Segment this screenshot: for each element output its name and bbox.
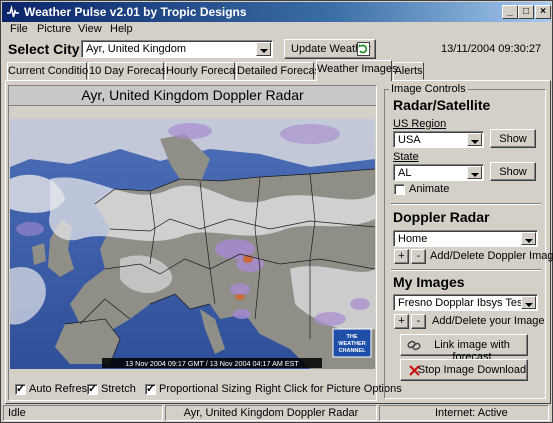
picture-options-hint: Right Click for Picture Options — [255, 383, 402, 395]
auto-refresh-label: Auto Refresh — [29, 383, 94, 395]
menu-picture[interactable]: Picture — [37, 23, 71, 35]
menu-view[interactable]: View — [78, 23, 102, 35]
radar-timestamp: 13 Nov 2004 09:17 GMT / 13 Nov 2004 04:1… — [125, 359, 299, 368]
tab-hourly-forecast[interactable]: Hourly Forecast — [165, 62, 244, 80]
chevron-down-icon[interactable] — [467, 166, 482, 179]
city-select[interactable]: Ayr, United Kingdom — [81, 40, 273, 58]
us-region-label: US Region — [393, 118, 447, 130]
show-state-button[interactable]: Show — [490, 162, 536, 181]
chevron-down-icon[interactable] — [521, 232, 536, 245]
add-delete-doppler-label: Add/Delete Doppler Image — [430, 250, 553, 262]
stretch-label: Stretch — [101, 383, 136, 395]
weather-channel-logo: THE WEATHER CHANNEL — [332, 328, 372, 358]
us-region-value: USA — [398, 134, 421, 146]
tab-current-conditions[interactable]: Current Conditions — [7, 62, 100, 80]
status-idle: Idle — [3, 405, 163, 421]
menu-help[interactable]: Help — [110, 23, 133, 35]
proportional-sizing-checkbox[interactable] — [145, 382, 156, 395]
logo-line2: WEATHER — [338, 341, 365, 347]
divider — [391, 203, 541, 205]
stop-image-download-button[interactable]: Stop Image Download — [400, 359, 528, 381]
radar-top-gap — [10, 107, 375, 119]
datetime-display: 13/11/2004 09:30:27 — [441, 43, 542, 55]
state-select[interactable]: AL — [393, 164, 484, 181]
tab-detailed-forecast[interactable]: Detailed Forecast — [236, 62, 323, 80]
app-icon — [7, 5, 19, 18]
stretch-checkbox[interactable] — [87, 382, 98, 395]
menu-bar: File Picture View Help — [2, 22, 551, 38]
add-doppler-button[interactable]: + — [394, 249, 409, 264]
window-title: Weather Pulse v2.01 by Tropic Designs — [24, 5, 247, 19]
stop-x-icon — [409, 365, 420, 376]
logo-line3: CHANNEL — [339, 348, 367, 354]
auto-refresh-checkbox[interactable] — [15, 382, 26, 395]
delete-image-button[interactable]: - — [411, 314, 426, 329]
delete-doppler-button[interactable]: - — [411, 249, 426, 264]
add-image-button[interactable]: + — [394, 314, 409, 329]
animate-label: Animate — [409, 183, 450, 195]
my-images-select[interactable]: Fresno Dopplar Ibsys Test — [393, 294, 538, 311]
doppler-select[interactable]: Home — [393, 230, 538, 247]
close-button[interactable]: × — [535, 5, 551, 19]
doppler-value: Home — [398, 233, 428, 245]
radar-satellite-heading: Radar/Satellite — [393, 97, 491, 113]
minimize-button[interactable]: _ — [502, 5, 518, 19]
state-label: State — [393, 151, 419, 163]
europe-radar-map: THE WEATHER CHANNEL 13 Nov 2004 09:17 GM… — [10, 119, 375, 369]
maximize-button[interactable]: □ — [518, 5, 534, 19]
state-value: AL — [398, 167, 412, 179]
divider — [391, 269, 541, 271]
app-window: Weather Pulse v2.01 by Tropic Designs _ … — [0, 0, 553, 423]
proportional-sizing-label: Proportional Sizing — [159, 383, 252, 395]
show-region-button[interactable]: Show — [490, 129, 536, 148]
link-icon — [407, 340, 421, 351]
chevron-down-icon[interactable] — [256, 42, 271, 56]
radar-map-image[interactable]: THE WEATHER CHANNEL 13 Nov 2004 09:17 GM… — [10, 119, 375, 369]
tab-10-day-forecast[interactable]: 10 Day Forecast — [88, 62, 170, 80]
my-images-value: Fresno Dopplar Ibsys Test — [398, 297, 526, 309]
radar-title: Ayr, United Kingdom Doppler Radar — [9, 86, 376, 106]
update-weather-button[interactable]: Update Weather — [284, 39, 376, 59]
tab-weather-images[interactable]: Weather Images — [316, 60, 398, 81]
animate-checkbox[interactable] — [394, 184, 405, 195]
logo-line1: THE — [347, 334, 358, 340]
doppler-radar-heading: Doppler Radar — [393, 209, 490, 225]
add-delete-images-label: Add/Delete your Image — [432, 315, 545, 327]
chevron-down-icon[interactable] — [521, 296, 536, 309]
my-images-heading: My Images — [393, 274, 465, 290]
image-controls-caption: Image Controls — [389, 83, 468, 95]
select-city-label: Select City — [8, 41, 80, 57]
title-bar[interactable]: Weather Pulse v2.01 by Tropic Designs _ … — [2, 2, 551, 22]
stop-image-download-label: Stop Image Download — [417, 364, 527, 376]
refresh-icon — [357, 42, 370, 56]
chevron-down-icon[interactable] — [467, 133, 482, 146]
status-current-image: Ayr, United Kingdom Doppler Radar — [165, 405, 377, 421]
link-image-button[interactable]: Link image with forecast — [400, 334, 528, 363]
menu-file[interactable]: File — [10, 23, 28, 35]
status-internet: Internet: Active — [379, 405, 549, 421]
us-region-select[interactable]: USA — [393, 131, 484, 148]
city-select-value: Ayr, United Kingdom — [86, 43, 187, 55]
